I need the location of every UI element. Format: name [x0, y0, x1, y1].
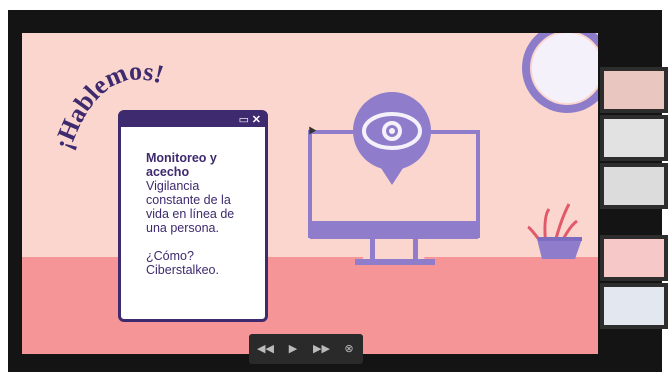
- window-heading: Monitoreo y acecho: [146, 151, 217, 179]
- window-content: Monitoreo y acecho Vigilancia constante …: [121, 127, 265, 277]
- eye-pin-icon: [353, 92, 431, 185]
- window-titlebar: ▭ ✕: [121, 113, 265, 127]
- participant-tile-4[interactable]: [600, 235, 668, 281]
- rewind-icon[interactable]: ◀◀: [257, 341, 274, 357]
- participant-tile-5[interactable]: [600, 283, 668, 329]
- fast-forward-icon[interactable]: ▶▶: [313, 341, 330, 357]
- participant-tile-1[interactable]: [600, 67, 668, 113]
- minimize-icon[interactable]: ▭: [239, 113, 249, 127]
- close-circle-icon[interactable]: ⊗: [341, 341, 357, 357]
- window-question: ¿Cómo?: [146, 249, 194, 263]
- window-answer: Ciberstalkeo.: [146, 263, 219, 277]
- play-icon[interactable]: ▶: [285, 341, 301, 357]
- hablemos-title: ¡Hablemos!: [48, 56, 582, 265]
- participant-tile-2[interactable]: [600, 115, 668, 161]
- app-window: ¡Hablemos! ▭ ✕ Monitoreo y acecho Vigila…: [0, 0, 668, 377]
- window-description: Vigilancia constante de la vida en línea…: [146, 179, 235, 235]
- info-window: ▭ ✕ Monitoreo y acecho Vigilancia consta…: [118, 110, 268, 322]
- participant-tile-3[interactable]: [600, 163, 668, 209]
- plant-illustration: [527, 203, 582, 259]
- clock-face: [530, 33, 598, 105]
- participant-panel: [600, 60, 668, 340]
- presentation-controls: ◀◀ ▶ ▶▶ ⊗: [249, 334, 363, 364]
- close-icon[interactable]: ✕: [252, 113, 261, 127]
- presentation-slide: ¡Hablemos! ▭ ✕ Monitoreo y acecho Vigila…: [22, 33, 598, 354]
